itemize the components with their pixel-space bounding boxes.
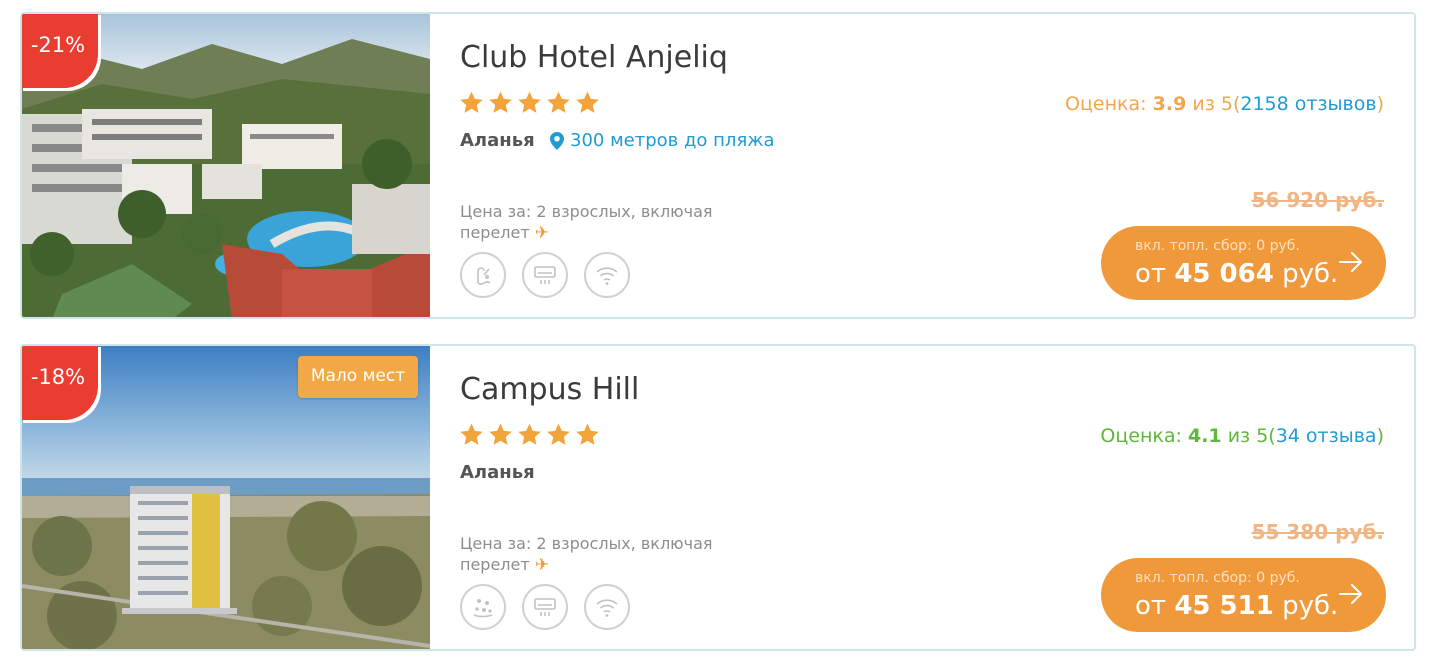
star-icon (518, 423, 541, 445)
rating-of: из 5 (1227, 425, 1269, 447)
discount-badge: -18% (22, 346, 98, 420)
price-button[interactable]: вкл. топл. сбор: 0 руб. от 45 511 руб. (1101, 558, 1386, 632)
hotel-city: Аланья (460, 462, 535, 483)
discount-badge: -21% (22, 14, 98, 88)
hotel-city: Аланья (460, 130, 535, 151)
price: от 45 064 руб. (1135, 259, 1338, 289)
beach-distance[interactable]: 300 метров до пляжа (550, 130, 775, 151)
price-for: Цена за: 2 взрослых, включая перелет ✈ (460, 201, 730, 244)
rating-label: Оценка: (1100, 425, 1182, 447)
fuel-fee: вкл. топл. сбор: 0 руб. (1135, 570, 1300, 586)
reviews-link[interactable]: 34 отзыва (1276, 425, 1377, 447)
old-price: 56 920 руб. (1251, 188, 1384, 212)
reviews-link[interactable]: 2158 отзывов (1240, 93, 1376, 115)
price-prefix: от (1135, 591, 1167, 621)
star-icon (460, 423, 483, 445)
price-for: Цена за: 2 взрослых, включая перелет ✈ (460, 533, 730, 576)
few-places-badge: Мало мест (298, 356, 418, 398)
amenities (460, 252, 630, 298)
price-for-text: Цена за: 2 взрослых, включая перелет (460, 202, 713, 242)
wifi-icon[interactable] (584, 584, 630, 630)
hotel-card[interactable]: -18% Мало мест Campus Hill Аланья Цена з… (20, 344, 1416, 651)
pool-icon[interactable] (460, 252, 506, 298)
price-prefix: от (1135, 259, 1167, 289)
rating-score: 3.9 (1152, 93, 1187, 115)
star-icon (460, 91, 483, 113)
rating-open-paren: ( (1268, 425, 1276, 447)
plane-icon: ✈ (534, 223, 550, 243)
air-conditioner-icon[interactable] (522, 584, 568, 630)
kids-club-icon[interactable] (460, 584, 506, 630)
price-amount: 45 064 (1174, 259, 1274, 289)
star-icon (489, 423, 512, 445)
beach-distance-text: 300 метров до пляжа (570, 130, 775, 151)
plane-icon: ✈ (534, 555, 550, 575)
price-currency: руб. (1282, 259, 1339, 289)
price-button[interactable]: вкл. топл. сбор: 0 руб. от 45 064 руб. (1101, 226, 1386, 300)
rating-score: 4.1 (1187, 425, 1222, 447)
star-icon (518, 91, 541, 113)
star-icon (576, 423, 599, 445)
wifi-icon[interactable] (584, 252, 630, 298)
star-icon (547, 91, 570, 113)
star-icon (576, 91, 599, 113)
price-currency: руб. (1282, 591, 1339, 621)
price-amount: 45 511 (1174, 591, 1274, 621)
star-icon (547, 423, 570, 445)
hotel-rating: Оценка: 4.1 из 5(34 отзыва) (1100, 425, 1384, 447)
air-conditioner-icon[interactable] (522, 252, 568, 298)
old-price: 55 380 руб. (1251, 520, 1384, 544)
fuel-fee: вкл. топл. сбор: 0 руб. (1135, 238, 1300, 254)
rating-close-paren: ) (1376, 93, 1384, 115)
star-icon (489, 91, 512, 113)
hotel-name[interactable]: Club Hotel Anjeliq (460, 40, 728, 75)
hotel-card[interactable]: -21% Club Hotel Anjeliq Аланья 300 метро… (20, 12, 1416, 319)
rating-of: из 5 (1192, 93, 1233, 115)
location-pin-icon (550, 131, 564, 150)
amenities (460, 584, 630, 630)
hotel-rating: Оценка: 3.9 из 5(2158 отзывов) (1065, 93, 1384, 115)
price: от 45 511 руб. (1135, 591, 1338, 621)
arrow-right-icon (1339, 252, 1362, 272)
arrow-right-icon (1339, 584, 1362, 604)
star-rating (459, 90, 600, 115)
hotel-name[interactable]: Campus Hill (460, 372, 639, 407)
rating-label: Оценка: (1065, 93, 1147, 115)
star-rating (459, 422, 600, 447)
price-for-text: Цена за: 2 взрослых, включая перелет (460, 534, 713, 574)
rating-close-paren: ) (1376, 425, 1384, 447)
